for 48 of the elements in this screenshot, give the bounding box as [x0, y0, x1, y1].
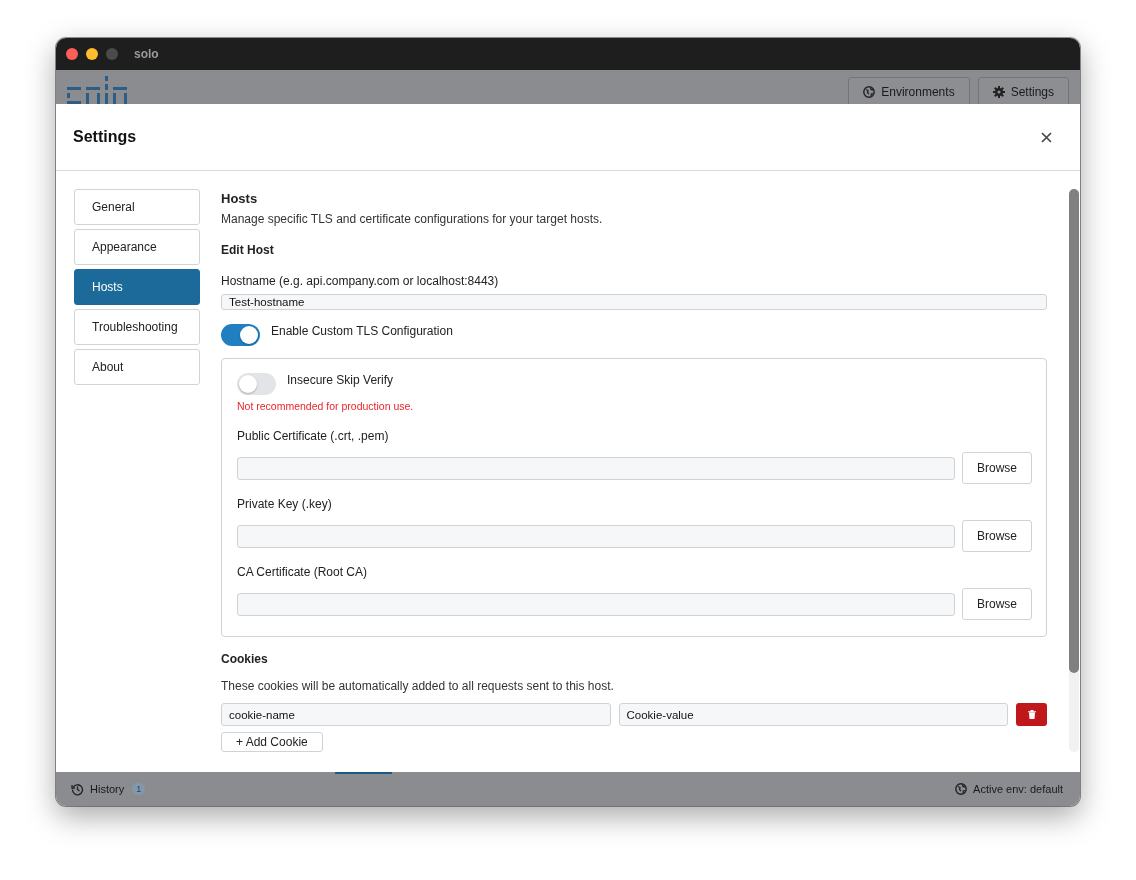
toggle-label: Insecure Skip Verify	[287, 373, 394, 388]
active-env-label: Active env: default	[973, 783, 1063, 795]
section-title: Hosts	[221, 191, 258, 206]
trash-icon	[1027, 710, 1036, 720]
minimize-window-button[interactable]	[86, 48, 98, 60]
field-label: CA Certificate (Root CA)	[237, 565, 368, 580]
close-icon	[1041, 131, 1052, 143]
globe-icon	[955, 783, 968, 795]
cookie-name-field[interactable]: cookie-name	[221, 703, 611, 727]
nav-tab[interactable]: Hosts	[74, 269, 200, 305]
toggle-switch[interactable]	[237, 373, 276, 396]
file-path-field[interactable]	[237, 592, 955, 616]
history-label[interactable]: History	[90, 783, 125, 795]
section-description: These cookies will be automatically added to all requests sent to this host.	[221, 679, 614, 694]
file-path-field[interactable]	[237, 456, 955, 480]
delete-button[interactable]	[1016, 703, 1047, 727]
nav-tab[interactable]: Appearance	[74, 229, 200, 265]
history-icon	[71, 782, 84, 796]
hostname-field[interactable]: Test-hostname	[221, 294, 1047, 311]
gear-icon	[992, 86, 1005, 98]
field-label: Hostname (e.g. api.company.com or localhost:8443)	[221, 274, 499, 288]
close-window-button[interactable]	[66, 48, 78, 60]
browse-button[interactable]: Browse	[962, 588, 1032, 621]
section-subtitle: Cookies	[221, 652, 268, 667]
toggle-switch[interactable]	[221, 324, 260, 347]
section-description: Manage specific TLS and certificate configurations for your target hosts.	[221, 212, 603, 226]
globe-icon	[863, 86, 876, 98]
zoom-window-button[interactable]	[106, 48, 118, 60]
history-count-badge: 1	[132, 783, 146, 795]
window-title: solo	[134, 47, 159, 61]
scrollbar[interactable]	[1069, 189, 1079, 752]
cookie-value-field[interactable]: Cookie-value	[618, 703, 1008, 727]
warning-text: Not recommended for production use.	[237, 400, 414, 413]
toggle-label: Enable Custom TLS Configuration	[271, 324, 453, 339]
header-button[interactable]: Settings	[977, 77, 1069, 104]
add-cookie-button[interactable]: + Add Cookie	[221, 732, 323, 752]
field-label: Public Certificate (.crt, .pem)	[237, 429, 389, 444]
section-subtitle: Edit Host	[221, 243, 274, 257]
close-button[interactable]	[1039, 129, 1054, 145]
file-path-field[interactable]	[237, 524, 955, 548]
browse-button[interactable]: Browse	[962, 520, 1032, 553]
nav-tab[interactable]: Troubleshooting	[74, 309, 200, 345]
header-button[interactable]: Environments	[848, 77, 970, 104]
modal-title: Settings	[73, 128, 137, 146]
browse-button[interactable]: Browse	[962, 452, 1032, 485]
field-label: Private Key (.key)	[237, 497, 332, 512]
nav-tab[interactable]: About	[74, 349, 200, 385]
nav-tab[interactable]: General	[74, 189, 200, 225]
